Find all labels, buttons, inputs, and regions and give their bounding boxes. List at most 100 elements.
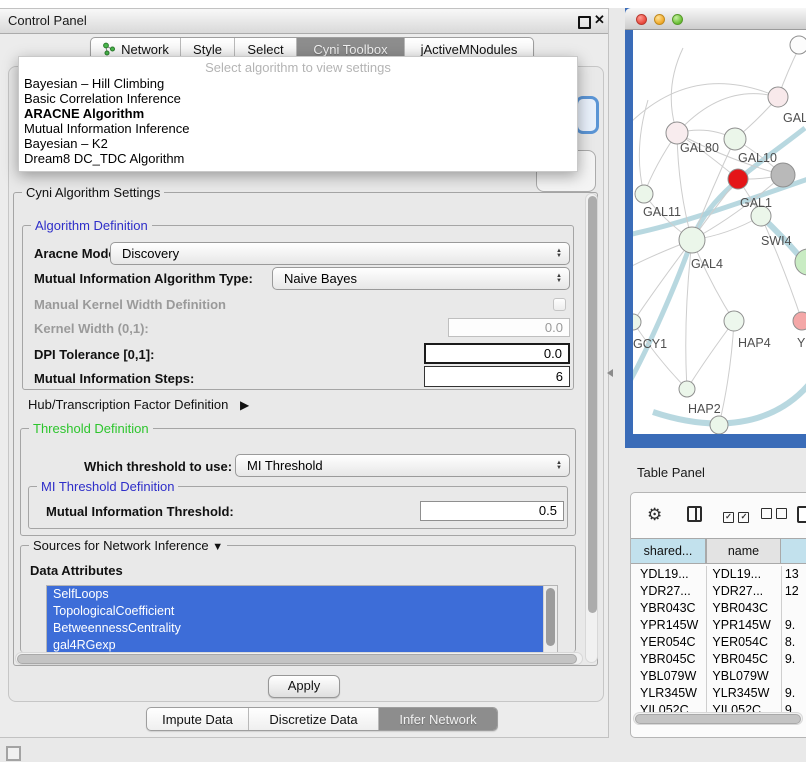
settings-gear-icon[interactable]: ⚙ [647,506,662,523]
apply-button[interactable]: Apply [268,675,340,698]
table-row[interactable]: YBR043C YBR043C [631,600,806,617]
top-strip [0,0,806,8]
dropdown-placeholder: Select algorithm to view settings [19,60,577,76]
dropdown-item[interactable]: Dream8 DC_TDC Algorithm [19,151,577,166]
table-row[interactable]: YPR145W YPR145W 9. [631,617,806,634]
dpi-tolerance-field[interactable]: 0.0 [424,343,570,364]
close-icon[interactable]: ✕ [594,12,605,28]
node-GCY1[interactable] [633,314,641,330]
node-gray[interactable] [771,163,795,187]
mi-threshold-label: Mutual Information Threshold: [46,504,234,519]
settings-horizontal-scrollbar-thumb[interactable] [17,654,577,664]
new-table-icon[interactable] [797,506,806,523]
dropdown-item[interactable]: Basic Correlation Inference [19,91,577,106]
network-view-window: GAL GAL80 GAL10 GAL1 SWI4 GAL11 GAL4 GCY… [625,8,806,448]
mi-threshold-group-title: MI Threshold Definition [37,479,178,494]
sources-group-title: Sources for Network Inference ▼ [29,538,227,555]
tab-discretize-data[interactable]: Discretize Data [249,708,379,730]
collapse-down-icon[interactable]: ▼ [212,541,223,553]
tab-impute-data[interactable]: Impute Data [147,708,249,730]
hub-definition-toggle[interactable]: Hub/Transcription Factor Definition ▶ [28,397,249,412]
list-item-selected[interactable]: TopologicalCoefficient [47,603,546,620]
node-bottom-partial[interactable] [710,416,728,434]
table-row[interactable]: YBL079W YBL079W [631,668,806,685]
node-GAL10[interactable] [724,128,746,150]
splitter-arrow-icon[interactable] [607,369,613,377]
manual-kernel-checkbox[interactable] [553,298,566,311]
aracne-mode-label: Aracne Mode: [34,246,120,261]
column-layout-icon[interactable] [687,506,702,522]
column-divider [781,566,782,712]
table-row[interactable]: YBR045C YBR045C 9. [631,651,806,668]
data-attributes-list[interactable]: SelfLoops TopologicalCoefficient Between… [46,585,558,653]
mi-threshold-field[interactable]: 0.5 [420,501,564,521]
node-label: GAL4 [691,257,723,271]
node-label: GAL1 [740,196,772,210]
dropdown-item[interactable]: Bayesian – K2 [19,136,577,151]
column-header-name[interactable]: name [706,538,781,564]
node-HAP2[interactable] [679,381,695,397]
minimize-traffic-light-icon[interactable] [654,14,665,25]
threshold-definition-title: Threshold Definition [29,421,153,436]
manual-kernel-label: Manual Kernel Width Definition [34,297,226,312]
settings-vertical-scrollbar[interactable] [585,193,598,663]
mi-type-label: Mutual Information Algorithm Type: [34,271,253,286]
table-row[interactable]: YDR27... YDR27... 12 [631,583,806,600]
settings-group-title: Cyni Algorithm Settings [22,185,164,200]
dpi-tolerance-label: DPI Tolerance [0,1]: [34,347,154,362]
which-threshold-label: Which threshold to use: [84,459,232,474]
node-label: GAL10 [738,151,777,165]
mi-type-combobox[interactable]: Naive Bayes ▲▼ [272,267,570,290]
node-GAL11[interactable] [635,185,653,203]
node-unlabeled[interactable] [790,36,806,54]
table-horizontal-scrollbar-thumb[interactable] [635,714,801,724]
control-panel-title: Control Panel [8,13,87,28]
panel-grid-icon[interactable] [6,746,21,761]
list-vertical-scrollbar-thumb[interactable] [546,588,555,646]
tab-network-label: Network [121,42,169,57]
node-label: GAL11 [643,205,681,219]
node-label: SWI4 [761,234,792,248]
which-threshold-combobox[interactable]: MI Threshold ▲▼ [235,454,570,477]
list-item-selected[interactable]: SelfLoops [47,586,546,603]
column-header-shared-name[interactable]: shared... [631,538,706,564]
table-horizontal-scrollbar[interactable] [633,712,803,725]
node-label: HAP4 [738,336,771,350]
node-Y-partial[interactable] [793,312,806,330]
mi-steps-field[interactable]: 6 [424,366,570,387]
algorithm-dropdown-popup: Select algorithm to view settings Bayesi… [18,56,578,172]
float-window-icon[interactable] [578,16,591,29]
node-GAL1[interactable] [728,169,748,189]
node-GAL4[interactable] [679,227,705,253]
node-HAP4[interactable] [724,311,744,331]
node-label: GAL80 [680,141,719,155]
list-item-selected[interactable]: BetweennessCentrality [47,620,546,637]
column-header-partial[interactable] [781,538,806,564]
settings-vertical-scrollbar-thumb[interactable] [588,196,597,613]
mi-steps-label: Mutual Information Steps: [34,371,194,386]
expand-right-icon[interactable]: ▶ [240,398,249,412]
network-canvas[interactable]: GAL GAL80 GAL10 GAL1 SWI4 GAL11 GAL4 GCY… [633,30,806,434]
list-item-selected[interactable]: gal4RGexp [47,637,546,653]
stepper-arrows-icon: ▲▼ [556,461,562,471]
dropdown-item-selected[interactable]: ARACNE Algorithm [19,106,577,121]
zoom-traffic-light-icon[interactable] [672,14,683,25]
aracne-mode-combobox[interactable]: Discovery ▲▼ [110,242,570,265]
dropdown-item[interactable]: Bayesian – Hill Climbing [19,76,577,91]
close-traffic-light-icon[interactable] [636,14,647,25]
table-row[interactable]: YER054C YER054C 8. [631,634,806,651]
data-attributes-label: Data Attributes [30,563,123,578]
tab-infer-network[interactable]: Infer Network [379,708,497,730]
node-label: GCY1 [633,337,667,351]
deselect-all-checkboxes-icon[interactable] [761,506,787,524]
dropdown-item[interactable]: Mutual Information Inference [19,121,577,136]
settings-horizontal-scrollbar[interactable] [15,652,583,665]
node-gal-partial[interactable] [768,87,788,107]
network-icon [102,42,116,56]
table-row[interactable]: YDL19... YDL19... 13 [631,566,806,583]
table-row[interactable]: YLR345W YLR345W 9. [631,685,806,702]
kernel-width-field[interactable]: 0.0 [448,318,570,337]
list-vertical-scrollbar[interactable] [543,586,557,652]
select-all-checkboxes-icon[interactable]: ✓ ✓ [723,506,749,524]
stepper-arrows-icon: ▲▼ [556,274,562,284]
